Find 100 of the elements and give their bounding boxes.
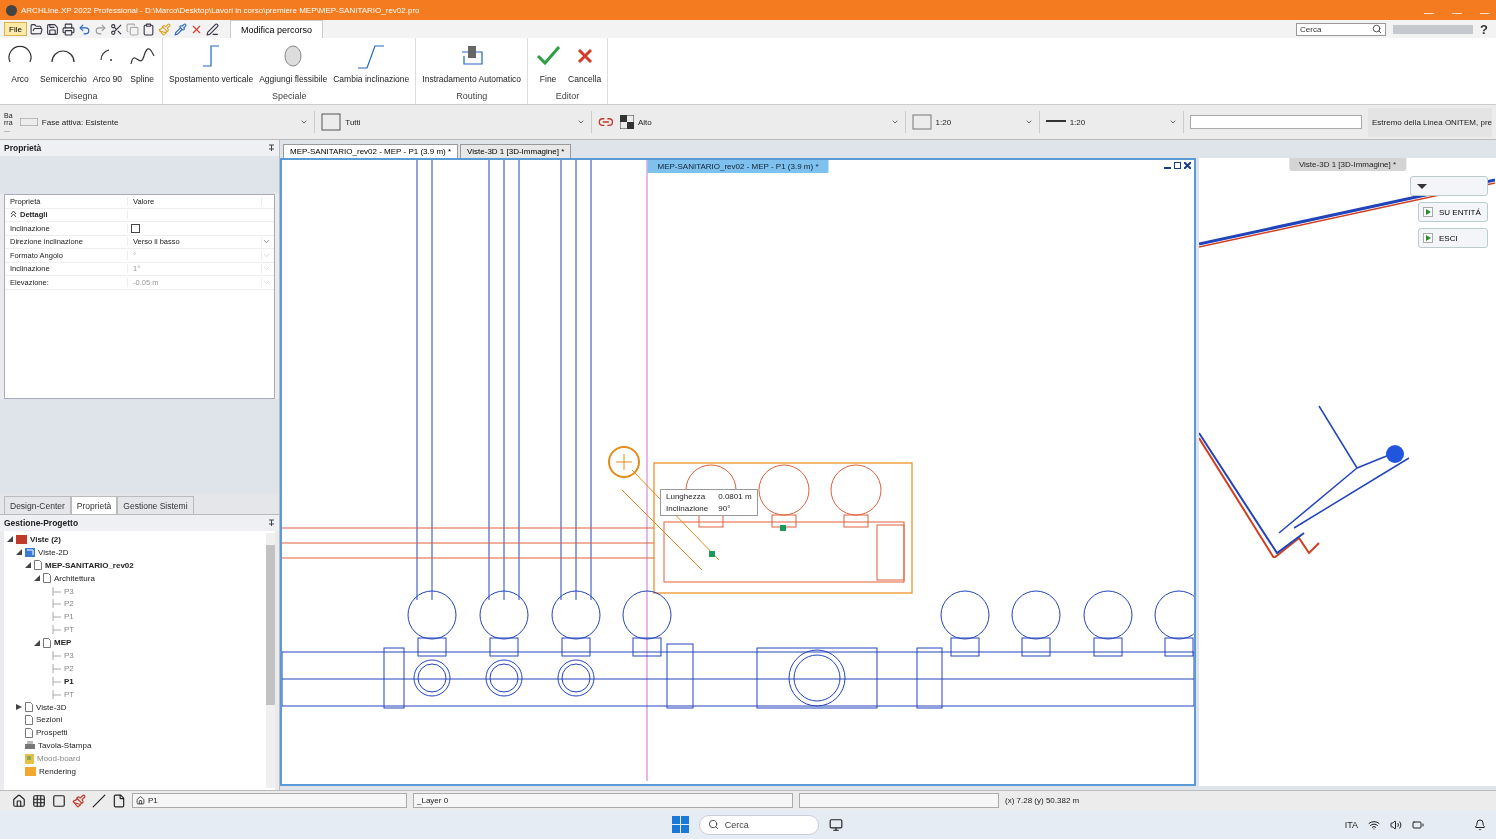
viewport-button[interactable]: ESCI bbox=[1418, 228, 1488, 248]
layer-dropdown[interactable]: _Layer 0 bbox=[413, 793, 793, 808]
view-mode-dropdown[interactable]: Alto bbox=[619, 111, 906, 133]
tree-item[interactable]: P1 bbox=[64, 676, 74, 686]
pin-icon[interactable] bbox=[268, 519, 275, 527]
scale-dropdown[interactable]: 1:20 bbox=[911, 111, 1040, 133]
tree-item[interactable]: MEP bbox=[54, 638, 72, 648]
tree-item[interactable]: Sezioni bbox=[36, 715, 63, 725]
view-dropdown[interactable]: P1 bbox=[132, 793, 407, 808]
pin-icon[interactable] bbox=[268, 144, 275, 152]
taskbar-search-field[interactable]: Cerca bbox=[698, 814, 819, 835]
tree-item[interactable]: P2 bbox=[64, 599, 74, 609]
tree-item[interactable]: Viste (2) bbox=[30, 534, 61, 544]
file-menu-button[interactable]: File bbox=[4, 22, 27, 36]
ribbon-tool-button[interactable]: Spostamento verticale bbox=[167, 42, 256, 84]
tree-item[interactable]: P2 bbox=[64, 663, 74, 673]
status-hint: Estremo della Linea ONITEM, pre bbox=[1367, 107, 1492, 137]
panel-tab[interactable]: Design-Center bbox=[4, 496, 71, 514]
ribbon-tab[interactable]: Modifica percorso bbox=[229, 20, 323, 38]
tree-item[interactable]: MEP-SANITARIO_rev02 bbox=[45, 560, 134, 570]
dropdown-caret-icon[interactable] bbox=[577, 118, 586, 126]
start-icon[interactable] bbox=[671, 816, 689, 833]
tree-item[interactable]: P3 bbox=[64, 586, 74, 596]
page-icon[interactable] bbox=[112, 793, 126, 808]
ribbon-tool-button[interactable]: Fine bbox=[532, 42, 565, 84]
volume-icon[interactable] bbox=[1390, 818, 1402, 831]
scrollbar-thumb[interactable] bbox=[266, 545, 275, 705]
ribbon-tool-button[interactable]: Aggiungi flessibile bbox=[257, 42, 330, 84]
save-icon[interactable] bbox=[45, 22, 59, 36]
tree-item[interactable]: Viste-3D bbox=[36, 702, 67, 712]
expanded-arrow-icon[interactable] bbox=[16, 549, 22, 556]
dropdown-caret-icon[interactable] bbox=[1024, 118, 1033, 126]
tree-item[interactable]: PT bbox=[64, 625, 75, 635]
checker-icon bbox=[619, 115, 634, 129]
pipette-icon[interactable] bbox=[173, 22, 187, 36]
cut-icon[interactable] bbox=[109, 22, 123, 36]
network-icon[interactable] bbox=[1368, 818, 1380, 831]
folder-icon bbox=[25, 766, 36, 776]
dropdown-caret-icon[interactable] bbox=[300, 118, 309, 126]
collapse-icon[interactable] bbox=[10, 210, 17, 218]
brush-icon[interactable] bbox=[72, 793, 86, 808]
task-view-icon[interactable] bbox=[828, 817, 843, 832]
document-tab[interactable]: Viste-3D 1 [3D-Immagine] * bbox=[460, 144, 572, 158]
print-icon[interactable] bbox=[61, 22, 75, 36]
expanded-arrow-icon[interactable] bbox=[34, 575, 40, 582]
line-scale-dropdown[interactable]: 1:20 bbox=[1045, 111, 1184, 133]
dropdown-caret-icon[interactable] bbox=[890, 118, 899, 126]
expanded-arrow-icon[interactable] bbox=[34, 639, 40, 646]
collapsed-arrow-icon[interactable] bbox=[16, 704, 22, 710]
battery-icon[interactable] bbox=[1412, 818, 1424, 831]
undo-icon[interactable] bbox=[77, 22, 91, 36]
ribbon-tool-button[interactable]: Cancella bbox=[566, 42, 604, 84]
panel-tab[interactable]: Proprietà bbox=[70, 496, 118, 514]
ribbon-tool-button[interactable]: Arco bbox=[4, 42, 36, 84]
tree-item[interactable]: PT bbox=[64, 689, 75, 699]
tree-item[interactable]: Rendering bbox=[39, 766, 76, 776]
tree-item[interactable]: Prospetti bbox=[36, 728, 68, 738]
language-indicator[interactable]: ITA bbox=[1344, 819, 1358, 830]
ribbon-tool-button[interactable]: Arco 90 bbox=[90, 42, 125, 84]
restore-icon[interactable] bbox=[1174, 162, 1181, 169]
tooltip-label: Lunghezza bbox=[666, 492, 707, 501]
caret-icon bbox=[1417, 183, 1427, 189]
ribbon-group-label: Routing bbox=[455, 91, 489, 103]
tree-item[interactable]: Viste-2D bbox=[38, 547, 69, 557]
expanded-arrow-icon[interactable] bbox=[7, 536, 13, 543]
panel-tab[interactable]: Gestione Sistemi bbox=[117, 496, 194, 514]
checkbox[interactable] bbox=[131, 223, 140, 233]
page-icon bbox=[25, 727, 33, 738]
tree-item[interactable]: Tavola-Stampa bbox=[38, 741, 92, 751]
page-icon bbox=[43, 573, 51, 584]
document-tab[interactable]: MEP-SANITARIO_rev02 - MEP - P1 (3.9 m) * bbox=[283, 144, 459, 158]
help-button[interactable]: ? bbox=[1480, 21, 1492, 37]
dropdown-caret-icon[interactable] bbox=[1168, 118, 1177, 126]
tree-item[interactable]: Mood-board bbox=[37, 754, 81, 764]
expanded-arrow-icon[interactable] bbox=[25, 562, 31, 569]
ribbon-tool-button[interactable]: Instradamento Automatico bbox=[420, 42, 524, 84]
close-icon[interactable] bbox=[1184, 162, 1191, 169]
tree-item[interactable]: P1 bbox=[64, 612, 74, 622]
tree-item[interactable]: Architettura bbox=[54, 573, 95, 583]
command-input-field[interactable] bbox=[1189, 115, 1362, 129]
tooltip-value: 0.0801 m bbox=[718, 492, 752, 501]
paste-icon[interactable] bbox=[141, 22, 155, 36]
ribbon-tool-button[interactable]: Cambia inclinazione bbox=[331, 42, 412, 84]
line-icon[interactable] bbox=[92, 793, 106, 808]
tree-connector-icon bbox=[52, 650, 61, 660]
viewport-button[interactable]: SU ENTITÁ bbox=[1418, 202, 1488, 222]
tree-item[interactable]: P3 bbox=[64, 650, 74, 660]
search-field[interactable]: Cerca bbox=[1296, 22, 1387, 36]
grid-icon[interactable] bbox=[32, 793, 46, 808]
frame-icon[interactable] bbox=[52, 793, 66, 808]
window-title: ARCHLine.XP 2022 Professional - D:\Marco\Desktop\Lavori in corso\premiere MEP\MEP-SANITARIO_rev02.pro bbox=[21, 5, 420, 15]
ribbon-tool-button[interactable]: Semicerchio bbox=[38, 42, 89, 84]
filter-dropdown[interactable]: Tutti bbox=[321, 111, 593, 133]
notification-icon[interactable] bbox=[1474, 818, 1486, 831]
home-icon[interactable] bbox=[12, 793, 26, 808]
input-field[interactable] bbox=[799, 793, 999, 808]
ribbon-tool-button[interactable]: Spline bbox=[126, 42, 159, 84]
phase-dropdown[interactable]: Fase attiva: Esistente bbox=[19, 111, 316, 133]
ribbon-group-label: Editor bbox=[554, 91, 581, 103]
open-folder-icon[interactable] bbox=[29, 22, 43, 36]
